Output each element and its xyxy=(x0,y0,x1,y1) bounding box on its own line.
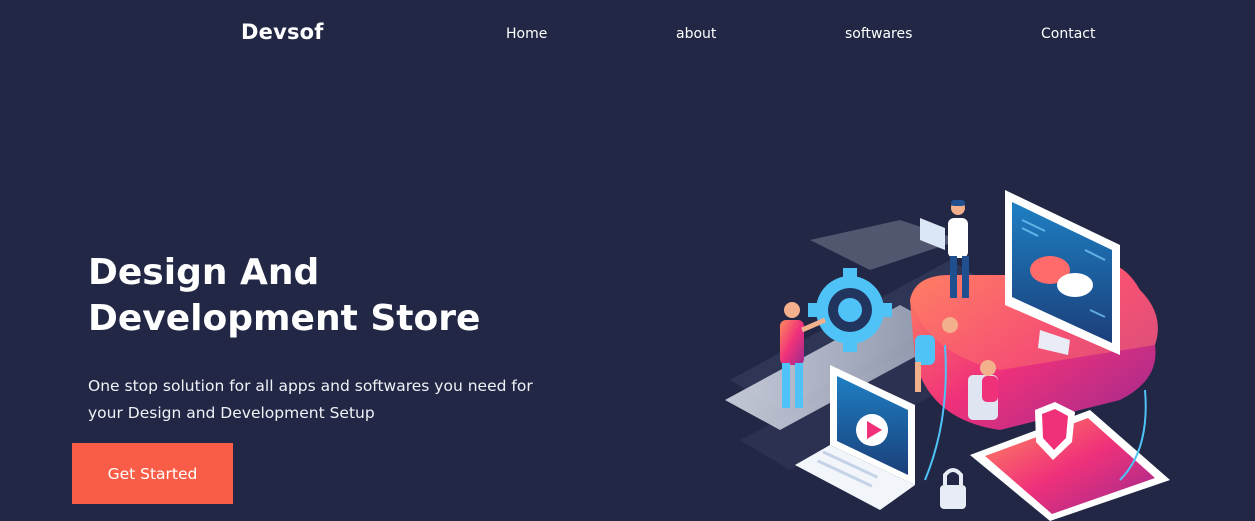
hero-description: One stop solution for all apps and softw… xyxy=(88,377,533,422)
nav-item-home[interactable]: Home xyxy=(506,26,547,42)
nav-item-about[interactable]: about xyxy=(676,26,716,42)
nav-item-softwares[interactable]: softwares xyxy=(845,26,912,42)
hero-title: Design And Development Store xyxy=(88,250,480,342)
get-started-button[interactable]: Get Started xyxy=(72,443,233,504)
nav-item-contact[interactable]: Contact xyxy=(1041,26,1095,42)
isometric-dev-illustration-icon xyxy=(725,190,1170,521)
hero-title-line-1: Design And xyxy=(88,252,320,293)
hero-title-line-2: Development Store xyxy=(88,298,481,339)
main-nav: Home about softwares Contact xyxy=(0,26,1255,46)
